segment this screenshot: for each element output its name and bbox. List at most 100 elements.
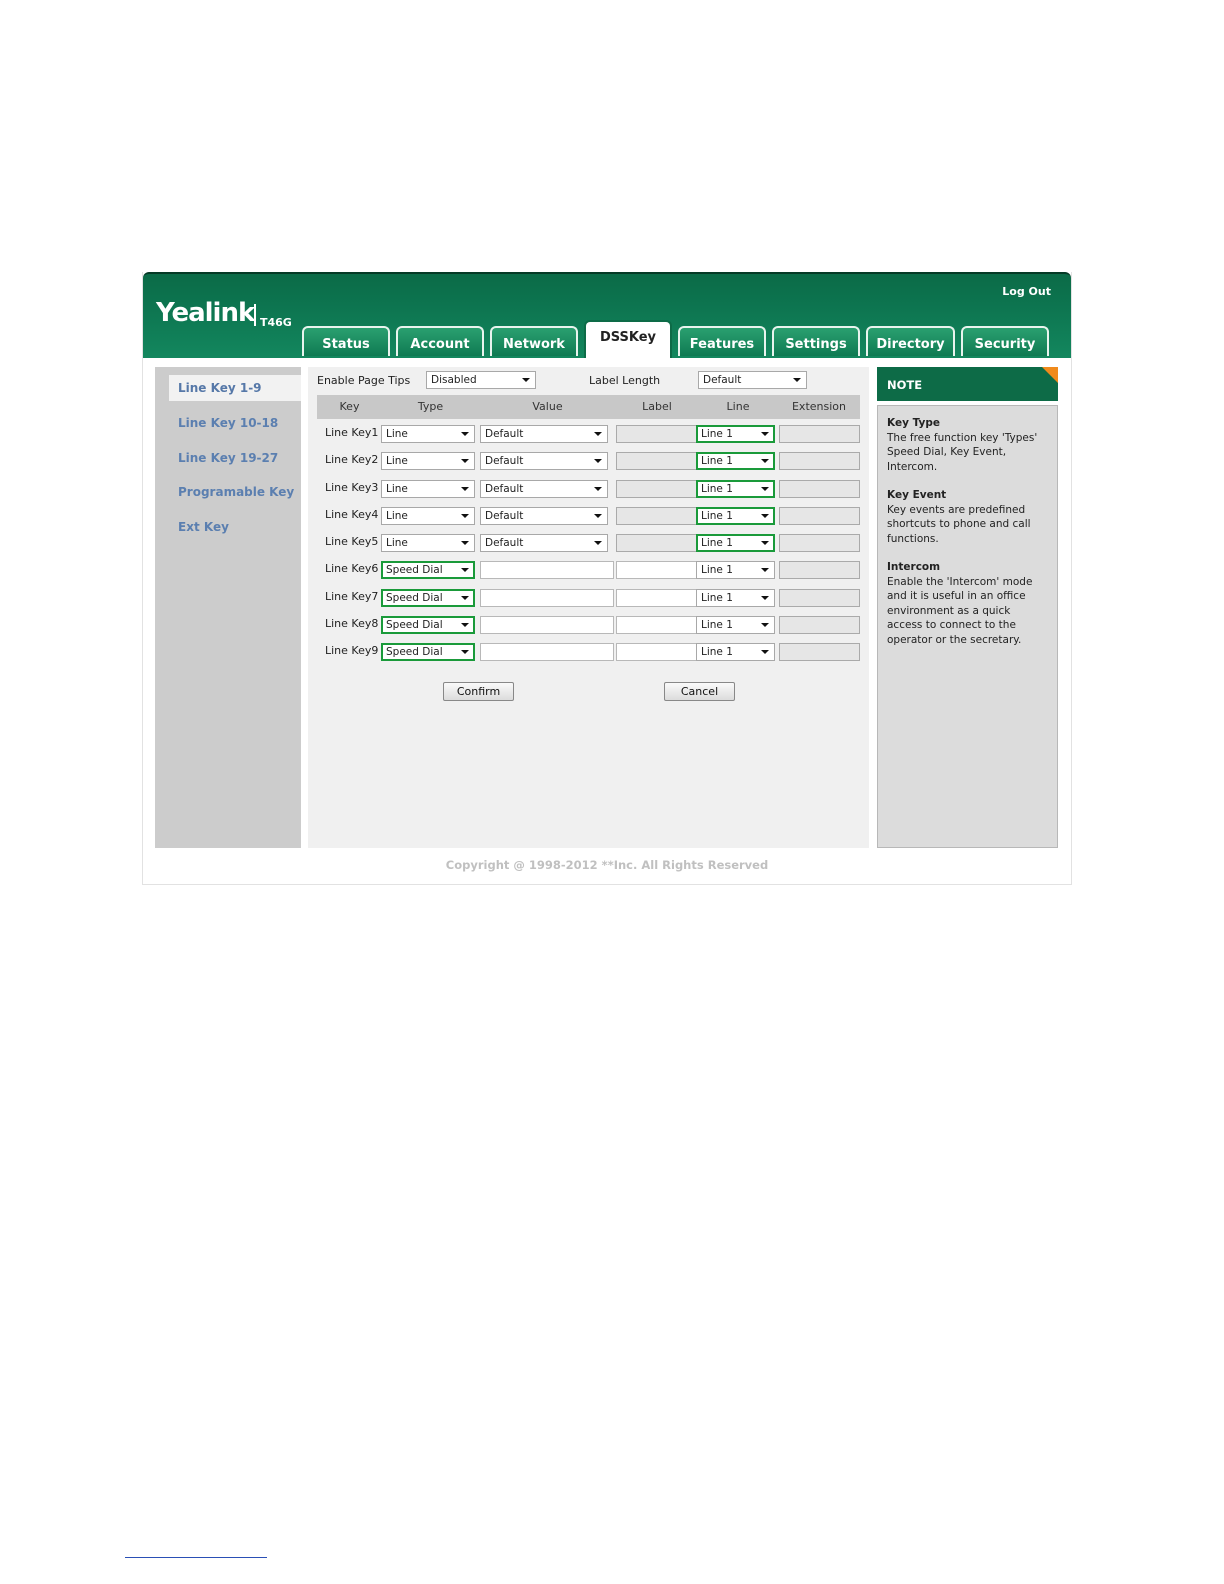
chevron-down-icon [761,595,769,600]
sidebar-item-line-key-1-9[interactable]: Line Key 1-9 [169,375,301,401]
note-body: Key Type The free function key 'Types' S… [877,405,1058,848]
type-select[interactable]: Line [381,479,475,498]
chevron-down-icon [594,459,602,464]
type-value: Speed Dial [386,618,443,631]
chevron-down-icon [761,432,769,436]
line-value: Line 1 [701,591,733,604]
label-input[interactable] [616,615,698,634]
type-select[interactable]: Line [381,425,475,443]
tab-account[interactable]: Account [396,326,484,356]
sidebar-item-programable-key[interactable]: Programable Key [169,479,301,505]
type-select[interactable]: Speed Dial [381,588,475,607]
label-input[interactable] [616,561,698,580]
type-select[interactable]: Speed Dial [381,643,475,661]
key-name: Line Key8 [325,616,379,630]
type-value: Speed Dial [386,646,443,658]
line-select[interactable]: Line 1 [696,479,775,498]
value-text: Default [485,537,524,549]
line-value: Line 1 [701,455,733,468]
chevron-down-icon [761,568,769,573]
value-select[interactable]: Default [480,452,608,471]
value-select[interactable]: Default [480,479,608,498]
key-name: Line Key4 [325,507,379,521]
tab-features[interactable]: Features [678,326,766,356]
label-length-select[interactable]: Default [698,371,807,389]
tab-dsskey[interactable]: DSSKey [584,320,672,358]
sidebar-item-line-key-19-27[interactable]: Line Key 19-27 [169,445,301,471]
key-name: Line Key3 [325,480,379,494]
key-name: Line Key2 [325,453,379,467]
chevron-down-icon [761,541,769,545]
line-select[interactable]: Line 1 [696,534,775,552]
value-select[interactable]: Default [480,506,608,525]
tab-network[interactable]: Network [490,326,578,356]
line-value: Line 1 [701,482,733,495]
extension-input [779,615,860,634]
value-input[interactable] [480,588,614,607]
line-value: Line 1 [701,618,733,631]
type-value: Line [386,455,408,468]
value-input[interactable] [480,615,614,634]
key-name: Line Key7 [325,589,379,603]
chevron-down-icon [761,486,769,491]
note-section-title: Intercom [887,561,941,573]
line-select[interactable]: Line 1 [696,561,775,580]
sidebar-item-ext-key[interactable]: Ext Key [169,514,301,540]
line-value: Line 1 [701,564,733,577]
table-row: Line Key6 Speed Dial Line 1 [308,558,869,585]
chevron-down-icon [761,513,769,518]
line-select[interactable]: Line 1 [696,506,775,525]
type-select[interactable]: Line [381,534,475,552]
confirm-button[interactable]: Confirm [443,682,514,701]
line-select[interactable]: Line 1 [696,452,775,471]
type-select[interactable]: Speed Dial [381,561,475,580]
column-header-value: Value [532,400,563,413]
label-length-label: Label Length [589,374,661,387]
value-select[interactable]: Default [480,534,608,552]
page-tips-value: Disabled [431,374,477,386]
type-value: Line [386,537,408,549]
label-input[interactable] [616,643,698,661]
sidebar-item-line-key-10-18[interactable]: Line Key 10-18 [169,410,301,436]
line-select[interactable]: Line 1 [696,643,775,661]
chevron-down-icon [461,622,469,627]
tab-security[interactable]: Security [961,326,1049,356]
extension-input [779,506,860,525]
table-header: Key Type Value Label Line Extension [317,395,860,419]
chevron-down-icon [594,432,602,436]
value-input[interactable] [480,561,614,580]
label-input [616,534,698,552]
label-length-value: Default [703,374,742,386]
chevron-down-icon [761,622,769,627]
table-row: Line Key3 Line Default Line 1 [308,477,869,504]
line-select[interactable]: Line 1 [696,615,775,634]
tab-directory[interactable]: Directory [866,326,955,356]
logout-link[interactable]: Log Out [1002,285,1051,298]
column-header-label: Label [642,400,672,413]
value-text: Default [485,509,524,522]
chevron-down-icon [461,568,469,573]
label-input [616,506,698,525]
page-tips-select[interactable]: Disabled [426,371,536,389]
cancel-button[interactable]: Cancel [664,682,735,701]
value-text: Default [485,482,524,495]
model-label: T46G [260,316,292,329]
value-select[interactable]: Default [480,425,608,443]
tab-status[interactable]: Status [302,326,390,356]
value-input[interactable] [480,643,614,661]
yealink-logo: Yealink [156,298,255,328]
line-select[interactable]: Line 1 [696,588,775,607]
extension-input [779,479,860,498]
tab-settings[interactable]: Settings [772,326,860,356]
type-select[interactable]: Line [381,506,475,525]
line-select[interactable]: Line 1 [696,425,775,443]
table-row: Line Key7 Speed Dial Line 1 [308,586,869,613]
label-input[interactable] [616,588,698,607]
dsskey-panel: Enable Page Tips Disabled Label Length D… [308,367,869,848]
type-select[interactable]: Line [381,452,475,471]
chevron-down-icon [461,595,469,600]
footnote-rule [125,1557,267,1558]
column-header-key: Key [339,400,360,413]
type-select[interactable]: Speed Dial [381,615,475,634]
extension-input [779,534,860,552]
